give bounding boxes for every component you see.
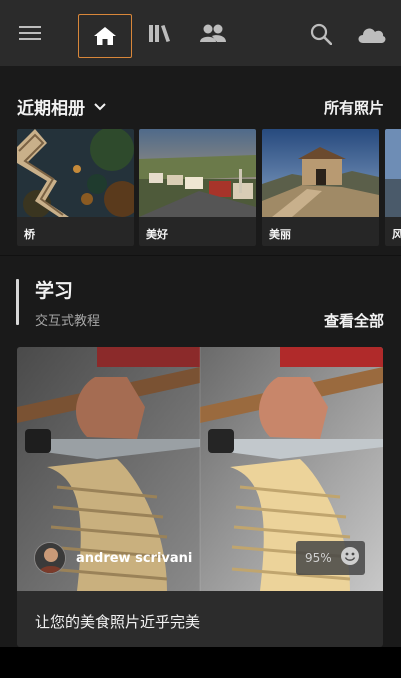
learn-title: 学习	[35, 280, 74, 302]
tutorial-card[interactable]: andrew scrivani 95% 让您的美食照片近乎完美	[17, 347, 383, 647]
smiley-icon	[332, 546, 360, 570]
album-card[interactable]: 风	[385, 129, 401, 246]
album-card[interactable]: 美好	[139, 129, 256, 246]
library-icon[interactable]	[146, 21, 174, 45]
album-thumbnail	[139, 129, 256, 217]
album-label: 美好	[146, 228, 168, 241]
home-icon	[93, 26, 117, 46]
chevron-down-icon	[85, 97, 107, 117]
album-thumbnail	[17, 129, 134, 217]
tutorial-caption: 让您的美食照片近乎完美	[35, 613, 201, 631]
album-label: 风	[392, 228, 401, 241]
author-name: andrew scrivani	[76, 550, 193, 566]
recent-albums-title: 近期相册	[17, 99, 85, 119]
album-thumbnail	[262, 129, 379, 217]
album-card[interactable]: 桥	[17, 129, 134, 246]
top-nav-bar	[0, 0, 401, 66]
album-label: 桥	[24, 228, 35, 241]
percent-badge: 95%	[296, 541, 365, 575]
view-all-link[interactable]: 查看全部	[324, 310, 384, 331]
all-photos-link[interactable]: 所有照片	[324, 97, 384, 118]
search-icon[interactable]	[308, 21, 334, 47]
recent-albums-dropdown[interactable]: 近期相册	[17, 94, 107, 119]
tutorial-author: andrew scrivani	[34, 542, 192, 574]
section-accent-bar	[16, 279, 19, 325]
album-label: 美丽	[269, 228, 291, 241]
bottom-bar	[0, 647, 401, 678]
percent-value: 95%	[305, 551, 332, 565]
cloud-icon[interactable]	[355, 22, 387, 46]
albums-carousel[interactable]: 桥 美好 美丽 风	[17, 129, 401, 246]
learn-subtitle: 交互式教程	[35, 314, 101, 329]
menu-icon[interactable]	[17, 22, 43, 44]
album-card[interactable]: 美丽	[262, 129, 379, 246]
people-icon[interactable]	[198, 21, 228, 45]
avatar	[34, 542, 66, 574]
album-thumbnail	[385, 129, 401, 217]
section-divider	[0, 255, 401, 256]
home-tab-button[interactable]	[78, 14, 132, 58]
